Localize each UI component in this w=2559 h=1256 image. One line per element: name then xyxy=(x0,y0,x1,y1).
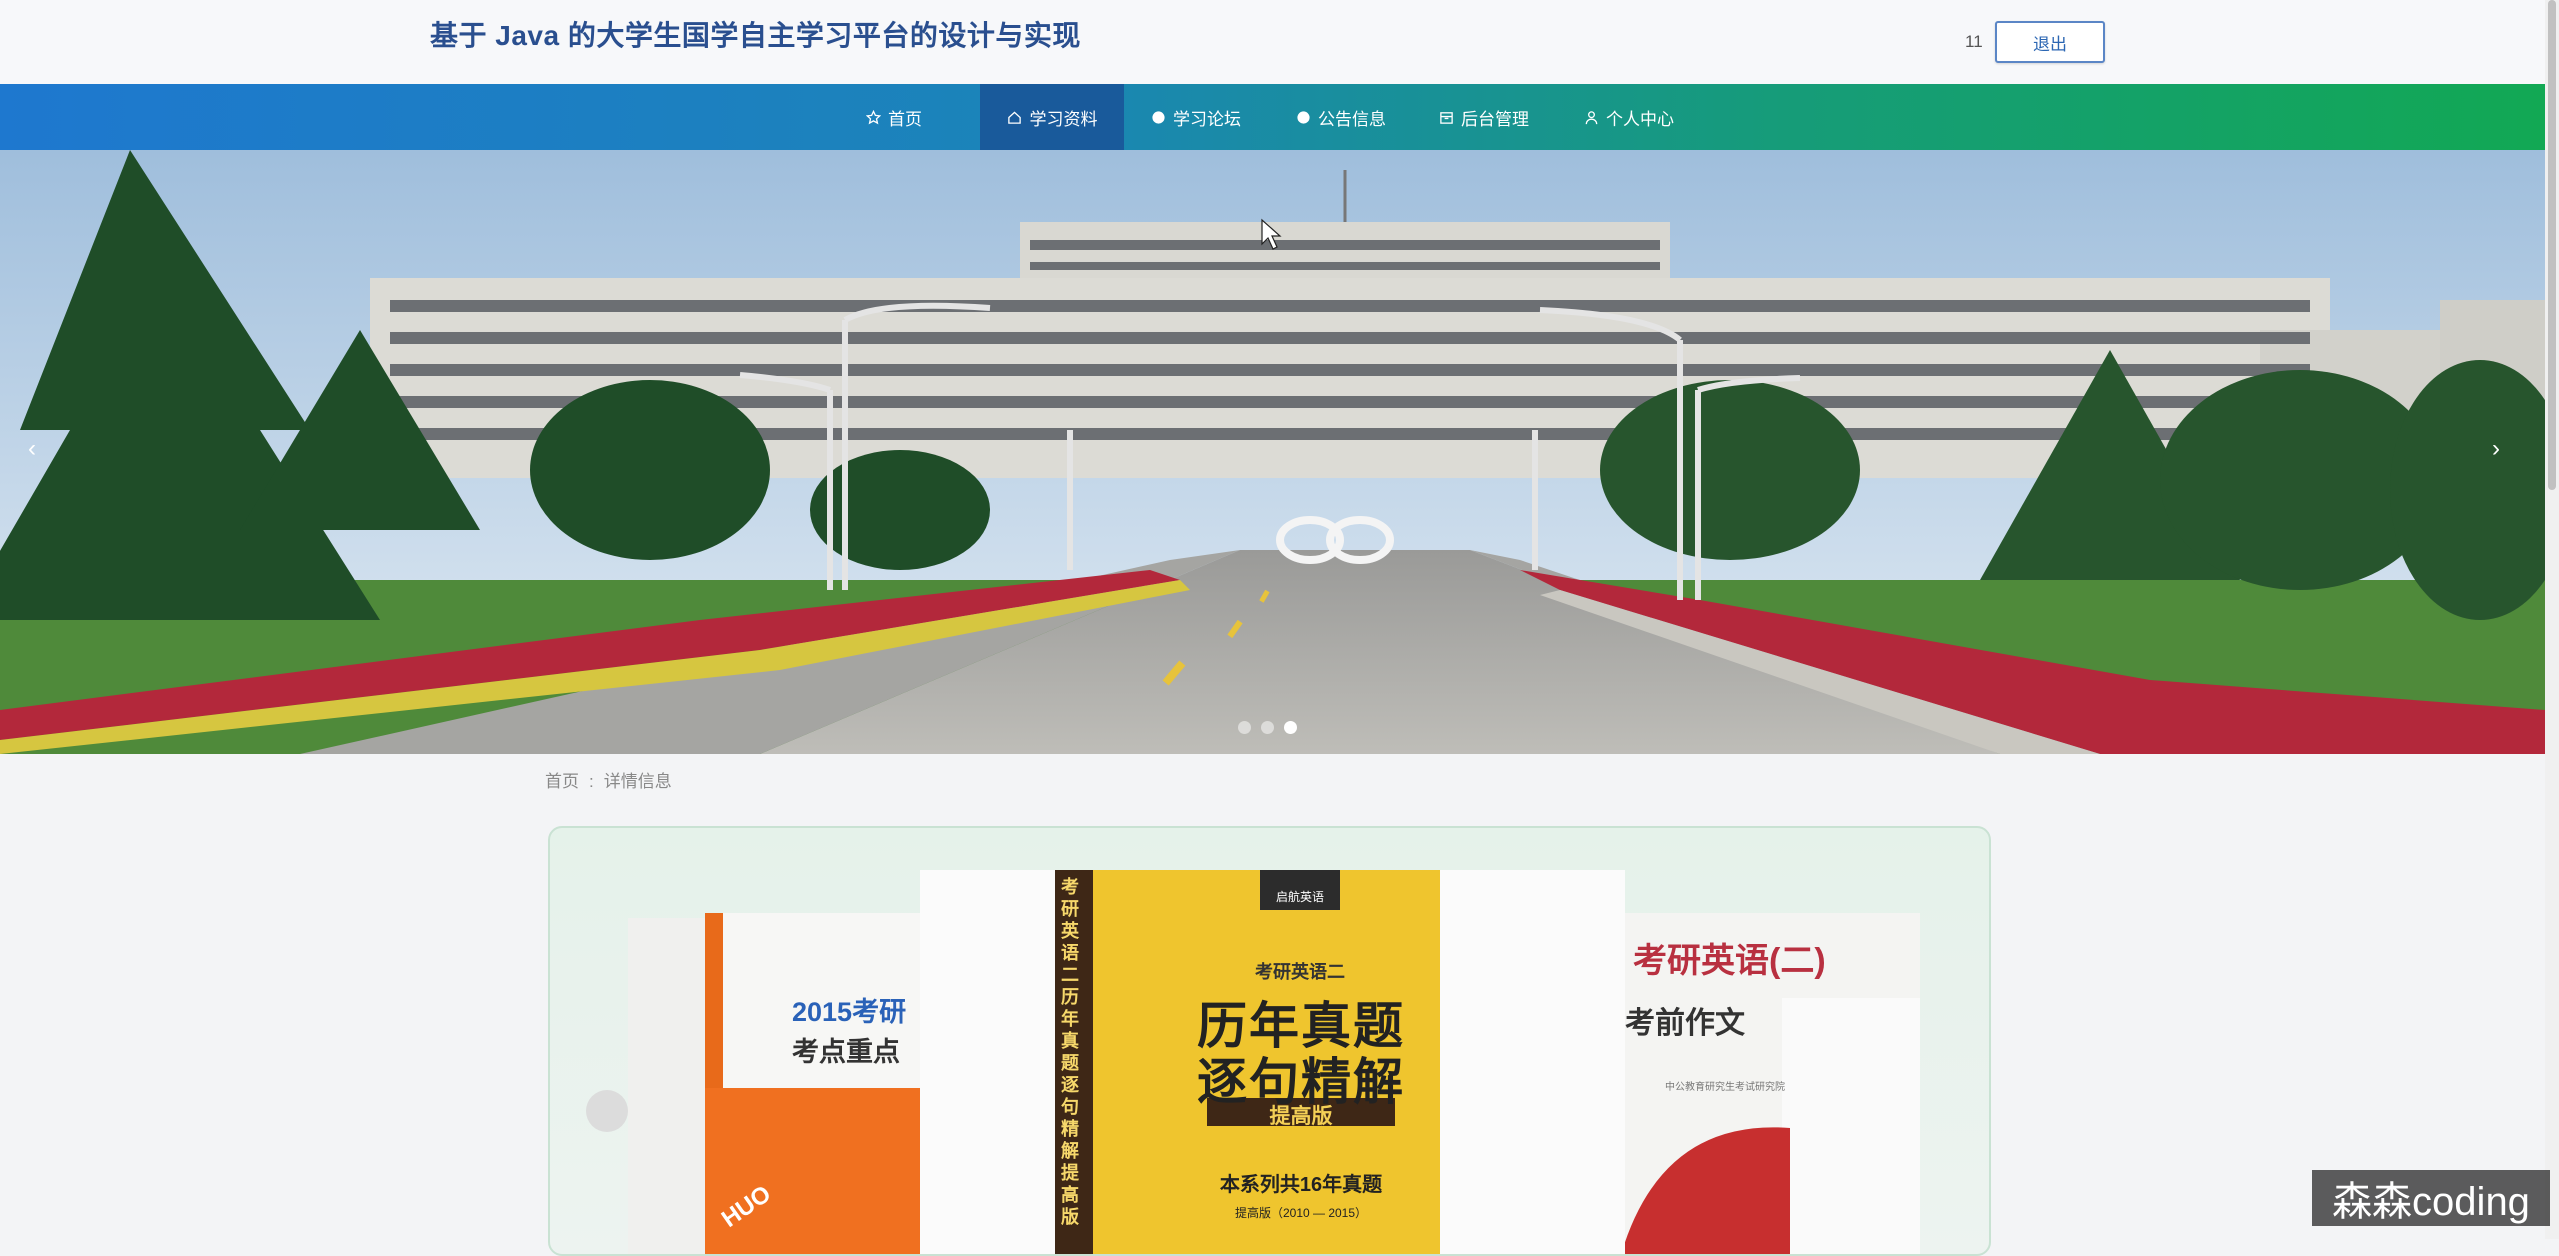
breadcrumb: 首页: 详情信息 xyxy=(545,767,682,792)
dot-icon xyxy=(1295,109,1311,125)
dot-icon xyxy=(1150,109,1166,125)
user-icon xyxy=(1583,109,1599,125)
book-center-years: 提高版（2010 — 2015） xyxy=(1234,1206,1368,1220)
gallery-prev-button[interactable] xyxy=(586,1090,628,1132)
nav-label: 后台管理 xyxy=(1461,109,1529,129)
slide-dot-3[interactable] xyxy=(1284,721,1297,734)
detail-panel: 2015考研 考点重点 HUO 启航英语 考研英语二 历年真题逐句精解 提高版 … xyxy=(548,826,1991,1256)
breadcrumb-separator: : xyxy=(589,772,594,791)
star-icon xyxy=(865,109,881,125)
site-header: 基于 Java 的大学生国学自主学习平台的设计与实现 11 退出 xyxy=(0,0,2545,84)
scrollbar-thumb[interactable] xyxy=(2548,0,2556,490)
breadcrumb-current: 详情信息 xyxy=(603,772,672,791)
nav-item-profile[interactable]: 个人中心 xyxy=(1583,84,1703,150)
book-right-note: 中公教育研究生考试研究院 xyxy=(1665,1082,1785,1093)
logout-button[interactable]: 退出 xyxy=(1995,21,2105,63)
box-icon xyxy=(1438,109,1454,125)
site-title: 基于 Java 的大学生国学自主学习平台的设计与实现 xyxy=(430,20,1081,51)
book-center-edition: 提高版 xyxy=(1269,1105,1333,1128)
username-label: 11 xyxy=(1965,32,1983,51)
nav-item-announcements[interactable]: 公告信息 xyxy=(1295,84,1415,150)
nav-item-admin[interactable]: 后台管理 xyxy=(1438,84,1558,150)
book-left-subtitle: 考点重点 xyxy=(792,1037,900,1067)
nav-label: 学习论坛 xyxy=(1173,109,1241,129)
slide-dot-2[interactable] xyxy=(1261,721,1274,734)
nav-label: 首页 xyxy=(888,109,922,129)
nav-item-home[interactable]: 首页 xyxy=(865,84,965,150)
nav-item-forum[interactable]: 学习论坛 xyxy=(1150,84,1270,150)
home-icon xyxy=(1007,109,1023,125)
breadcrumb-bar xyxy=(0,754,2545,800)
watermark-label: 森森coding xyxy=(2312,1170,2550,1226)
nav-item-study-materials[interactable]: 学习资料 xyxy=(980,84,1124,150)
book-right-subtitle: 考前作文 xyxy=(1625,1007,1745,1040)
slide-dot-1[interactable] xyxy=(1238,721,1251,734)
book-center-publisher: 启航英语 xyxy=(1275,890,1324,904)
main-nav: 首页 学习资料 学习论坛 公告信息 后台管理 个人中心 xyxy=(0,84,2545,150)
book-left-title: 2015考研 xyxy=(792,997,907,1027)
book-center-subtitle: 考研英语二 xyxy=(1255,962,1345,982)
book-center-series: 本系列共16年真题 xyxy=(1219,1174,1383,1196)
nav-label: 公告信息 xyxy=(1318,109,1386,129)
nav-label: 学习资料 xyxy=(1029,109,1098,129)
campus-photo xyxy=(0,150,2545,754)
banner-carousel[interactable]: ‹ › xyxy=(0,150,2545,754)
prev-slide-arrow[interactable]: ‹ xyxy=(28,435,36,463)
book-center-spine: 考研英语二 历年真题逐句精解 提高版 xyxy=(1061,877,1079,1227)
nav-label: 个人中心 xyxy=(1606,109,1674,129)
book-right-title: 考研英语(二) xyxy=(1633,942,1826,980)
next-slide-arrow[interactable]: › xyxy=(2492,435,2500,463)
breadcrumb-home[interactable]: 首页 xyxy=(545,772,579,791)
